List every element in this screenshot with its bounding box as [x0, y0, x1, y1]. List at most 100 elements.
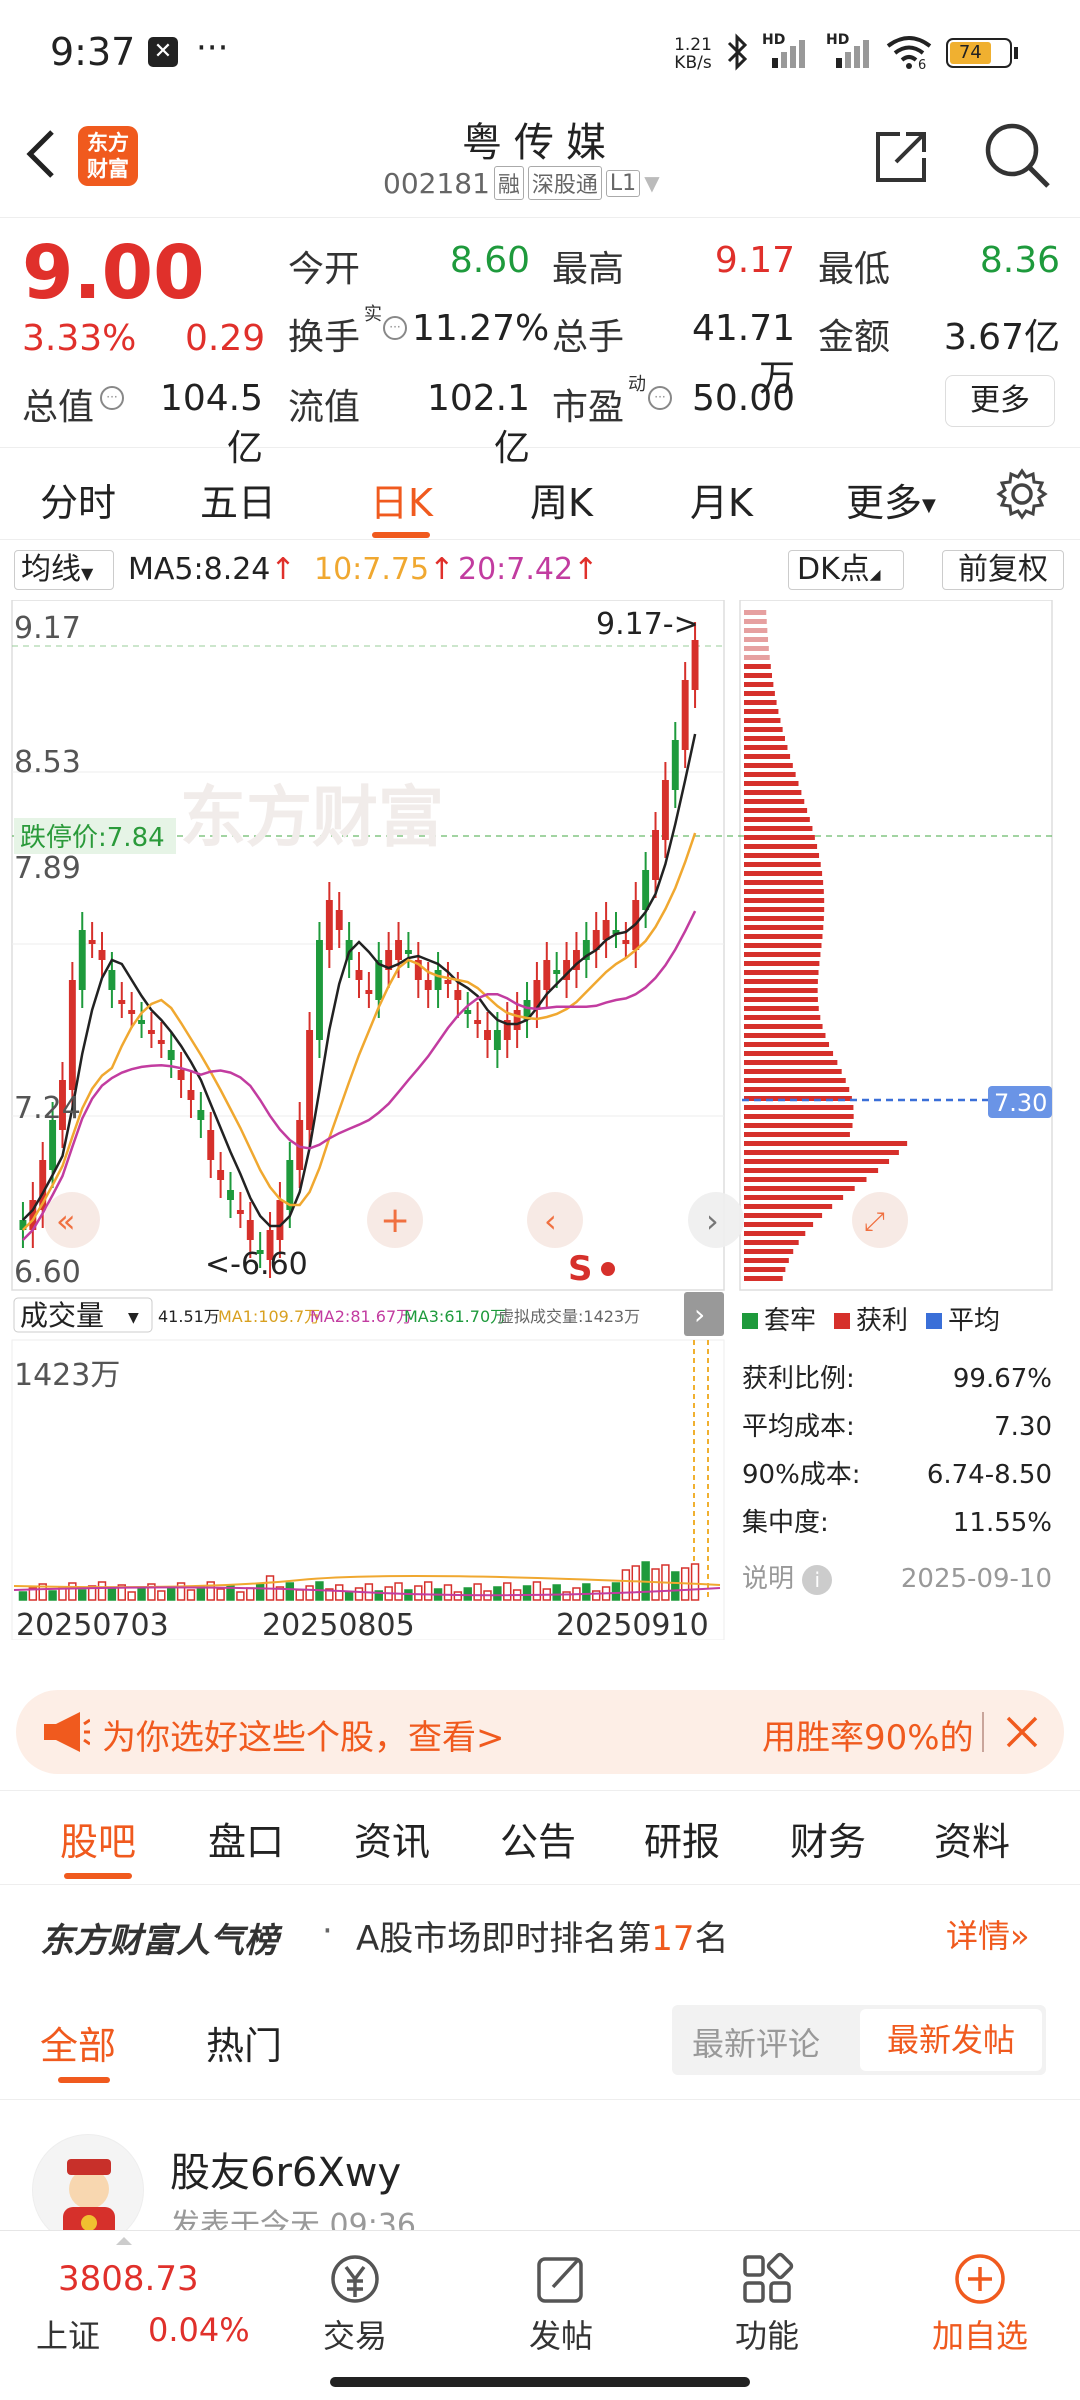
chip-bar — [744, 916, 824, 921]
rank-separator: · — [322, 1911, 333, 1951]
legend-avg: 平均 — [926, 1300, 1000, 1337]
dk-point-selector[interactable]: DK点◢ — [788, 550, 904, 590]
volume-bar — [690, 1563, 700, 1601]
tab-intraday[interactable]: 分时 — [40, 472, 116, 527]
tab-hot[interactable]: 热门 — [206, 2015, 282, 2070]
limit-down-label: 跌停价:7.84 — [20, 823, 165, 853]
trade-icon — [331, 2255, 379, 2303]
high-marker: 9.17-> — [596, 607, 699, 642]
add-watchlist-button[interactable]: 加自选 — [920, 2251, 1040, 2357]
candle-body — [157, 1040, 165, 1044]
close-icon[interactable] — [1002, 1712, 1042, 1752]
search-icon[interactable] — [982, 120, 1054, 192]
add-label: 加自选 — [931, 2317, 1028, 2355]
candle-body — [493, 1030, 501, 1050]
chip-bar — [744, 1069, 842, 1074]
post-button[interactable]: 发帖 — [506, 2251, 616, 2357]
tab-research[interactable]: 研报 — [644, 1811, 720, 1866]
info-icon[interactable]: ··· — [100, 386, 124, 410]
candle-body — [355, 970, 363, 980]
tab-monthly-k[interactable]: 月K — [690, 472, 753, 527]
battery-level: 74 — [950, 42, 991, 64]
tab-profile[interactable]: 资料 — [934, 1811, 1010, 1866]
chip-bar — [744, 781, 799, 786]
volume-bar — [236, 1591, 245, 1601]
vol-ma2-legend: MA2:81.67万 — [310, 1307, 412, 1326]
info-icon[interactable]: ··· — [383, 316, 407, 340]
candle-body — [227, 1190, 234, 1200]
tab-announcements[interactable]: 公告 — [500, 1811, 576, 1866]
candle-body — [365, 990, 373, 994]
active-tab-indicator — [372, 532, 430, 538]
chip-bar — [744, 988, 818, 993]
chevron-right-icon: » — [1010, 1917, 1030, 1955]
chart-area: 均线▼ MA5:8.24↑ 10:7.75↑ 20:7.42↑ DK点◢ 前复权… — [0, 540, 1080, 1670]
chip-bar — [744, 925, 824, 930]
volume-bar — [157, 1590, 166, 1601]
chip-bar — [744, 871, 823, 876]
ma-selector[interactable]: 均线▼ — [14, 550, 114, 590]
tab-more[interactable]: 更多▼ — [846, 472, 936, 527]
vol-selector: 成交量 — [20, 1299, 104, 1332]
chip-bar — [744, 997, 818, 1002]
popularity-rank[interactable]: 东方财富人气榜 · A股市场即时排名第17名 详情» — [0, 1885, 1080, 1985]
tab-all[interactable]: 全部 — [40, 2015, 116, 2070]
trade-button[interactable]: 交易 — [300, 2251, 410, 2357]
candle-body — [642, 870, 650, 910]
rank-detail-link[interactable]: 详情» — [946, 1911, 1030, 1957]
tab-orderbook[interactable]: 盘口 — [208, 1811, 284, 1866]
divider — [982, 1712, 984, 1752]
candle-body — [691, 640, 699, 690]
promo-banner[interactable]: 为你选好这些个股，查看> 用胜率90%的 — [16, 1690, 1064, 1774]
scroll-left-glyph: « — [56, 1202, 76, 1240]
index-value[interactable]: 3808.73 — [58, 2259, 199, 2299]
chip-bar — [744, 1177, 867, 1182]
chip-bar — [744, 835, 815, 840]
chip-bar — [744, 1159, 890, 1164]
tab-daily-k[interactable]: 日K — [370, 472, 433, 527]
chip-bar — [744, 718, 781, 723]
more-button[interactable]: 更多 — [945, 375, 1055, 427]
info-icon[interactable]: ··· — [648, 386, 672, 410]
volume-bar — [621, 1569, 631, 1601]
volume-bar — [463, 1587, 472, 1601]
tab-forum[interactable]: 股吧 — [60, 1811, 136, 1866]
sort-latest-comment[interactable]: 最新评论 — [692, 2019, 820, 2065]
tab-financials[interactable]: 财务 — [790, 1811, 866, 1866]
adjust-selector[interactable]: 前复权 — [942, 550, 1064, 590]
tab-news[interactable]: 资讯 — [354, 1811, 430, 1866]
chip-bar — [744, 1051, 834, 1056]
post-username[interactable]: 股友6r6Xwy — [170, 2140, 401, 2198]
back-icon[interactable] — [22, 126, 62, 182]
pe-sup: 动 — [628, 374, 646, 395]
home-indicator — [330, 2377, 750, 2387]
y-label-4: 7.24 — [14, 1091, 81, 1126]
tab-five-day[interactable]: 五日 — [200, 472, 276, 527]
rank-title: 东方财富人气榜 — [40, 1921, 278, 1961]
chip-row: 获利比例: 99.67% — [742, 1364, 1052, 1394]
post-item[interactable]: 股友6r6Xwy 发表于今天 09:36 — [0, 2100, 1080, 2230]
vol-selector-chevron: ▼ — [128, 1310, 139, 1326]
date-label-1: 20250703 — [16, 1608, 169, 1640]
bottom-bar: 3808.73 上证 0.04% 交易 发帖 功能 加自选 — [0, 2230, 1080, 2400]
chip-bar — [744, 952, 821, 957]
candle-body — [434, 970, 442, 990]
chip-bar — [744, 790, 802, 795]
chevron-right-icon: › — [694, 1298, 705, 1331]
sort-latest-post[interactable]: 最新发帖 — [860, 2009, 1042, 2071]
share-icon[interactable] — [872, 126, 932, 186]
y-label-2: 8.53 — [14, 745, 81, 780]
chip-bar — [744, 808, 808, 813]
candle-body — [652, 830, 659, 880]
status-time: 9:37 — [50, 30, 136, 74]
function-button[interactable]: 功能 — [712, 2251, 822, 2357]
low-marker: <-6.60 — [205, 1247, 308, 1282]
chip-bar — [744, 1276, 783, 1281]
stock-code-row: 002181 融 深股通 L1 ▼ — [383, 166, 660, 200]
tab-weekly-k[interactable]: 周K — [530, 472, 593, 527]
vol-max-label: 1423万 — [14, 1358, 120, 1393]
candle-body — [147, 1030, 155, 1034]
gear-icon[interactable] — [996, 468, 1048, 520]
avatar[interactable] — [32, 2134, 144, 2230]
candle-body — [553, 970, 561, 974]
